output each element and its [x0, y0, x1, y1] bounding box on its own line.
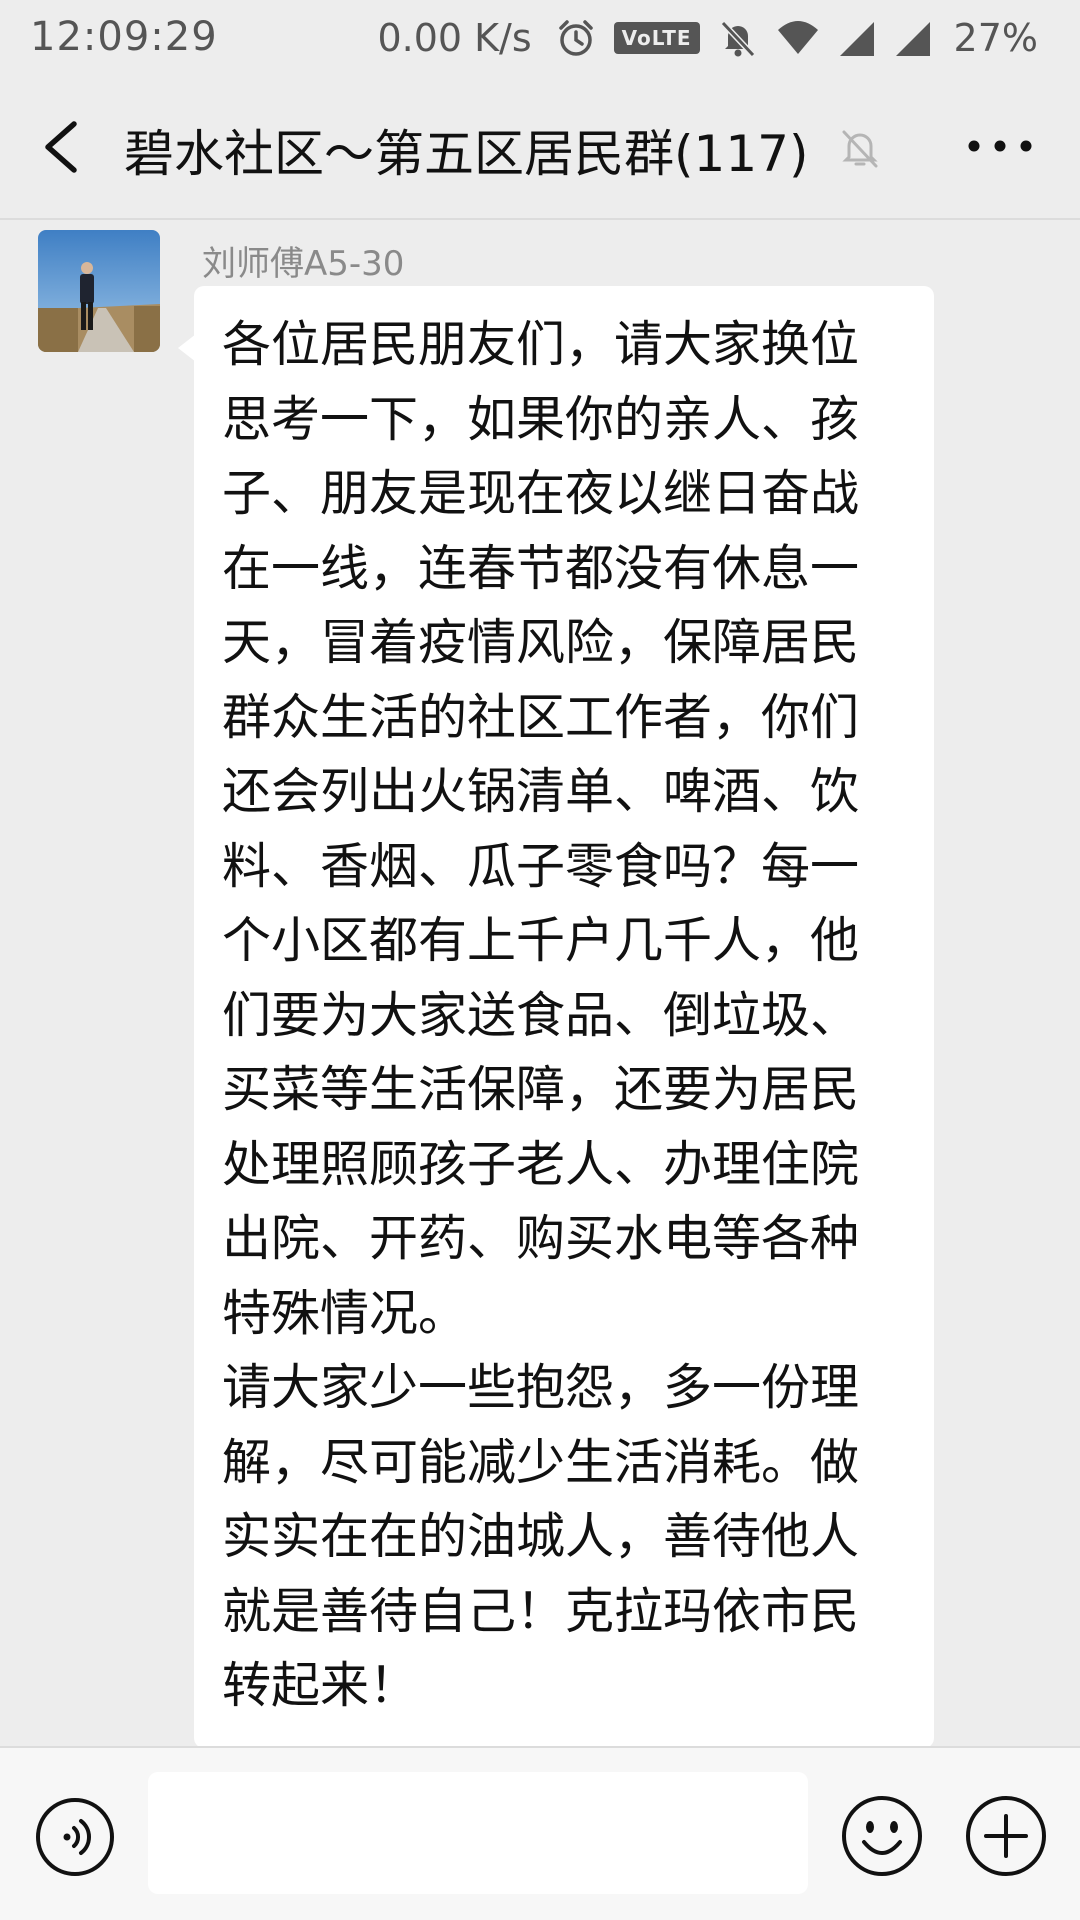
- avatar-photo-icon: [38, 230, 160, 352]
- network-speed: 0.00 K/s: [377, 16, 532, 60]
- alarm-icon: [556, 18, 596, 58]
- chat-title: 碧水社区～第五区居民群(117): [124, 125, 809, 183]
- input-bar: [0, 1746, 1080, 1920]
- more-dots-icon: [968, 140, 1032, 152]
- more-options-button[interactable]: [960, 116, 1040, 176]
- emoji-icon: [842, 1796, 922, 1876]
- emoji-button[interactable]: [840, 1794, 924, 1878]
- message-text: 各位居民朋友们，请大家换位 思考一下，如果你的亲人、孩 子、朋友是现在夜以继日奋…: [222, 316, 860, 1714]
- signal-icon-2: [894, 18, 932, 58]
- battery-level: 27%: [953, 16, 1038, 60]
- signal-icon: [838, 18, 876, 58]
- chat-header: 碧水社区～第五区居民群(117): [0, 76, 1080, 220]
- message-bubble[interactable]: 各位居民朋友们，请大家换位 思考一下，如果你的亲人、孩 子、朋友是现在夜以继日奋…: [194, 286, 934, 1746]
- chat-screen: 12:09:29 0.00 K/s VoLTE 27% 碧水社区～第五区居民群(…: [0, 0, 1080, 1920]
- sender-name: 刘师傅A5-30: [202, 244, 405, 284]
- wifi-icon: [776, 18, 820, 58]
- status-bar: 12:09:29 0.00 K/s VoLTE 27%: [0, 0, 1080, 76]
- sender-avatar[interactable]: [38, 230, 160, 352]
- status-icons: 0.00 K/s VoLTE 27%: [377, 12, 1038, 64]
- status-time: 12:09:29: [30, 14, 218, 60]
- back-arrow-icon: [45, 121, 77, 173]
- mute-bell-icon: [838, 126, 882, 170]
- notifications-off-icon: [718, 18, 758, 58]
- voice-icon: [36, 1798, 114, 1876]
- volte-icon: VoLTE: [613, 22, 700, 54]
- more-functions-button[interactable]: [964, 1794, 1048, 1878]
- message-input[interactable]: [148, 1772, 808, 1894]
- voice-button[interactable]: [34, 1796, 116, 1878]
- plus-icon: [966, 1796, 1046, 1876]
- back-button[interactable]: [30, 112, 100, 182]
- message-list[interactable]: 刘师傅A5-30 各位居民朋友们，请大家换位 思考一下，如果你的亲人、孩 子、朋…: [0, 220, 1080, 1746]
